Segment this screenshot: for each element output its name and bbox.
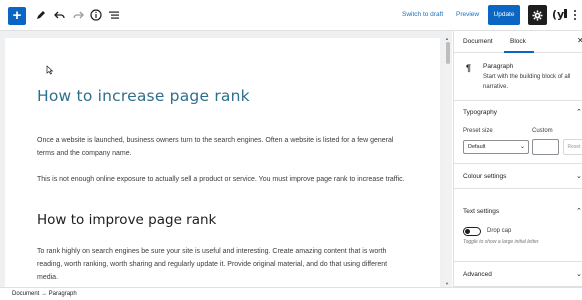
undo-icon[interactable] bbox=[52, 7, 68, 23]
heading-block[interactable]: How to improve page rank bbox=[37, 212, 216, 228]
update-button[interactable]: Update bbox=[488, 5, 520, 25]
scroll-down-arrow-icon[interactable]: ▼ bbox=[445, 281, 449, 286]
drop-cap-toggle[interactable] bbox=[463, 227, 481, 236]
chevron-down-icon: ⌄ bbox=[576, 173, 582, 180]
chevron-up-icon[interactable]: ⌃ bbox=[576, 108, 582, 116]
advanced-title: Advanced bbox=[463, 271, 492, 278]
block-card: ¶ Paragraph Start with the building bloc… bbox=[454, 54, 582, 101]
colour-settings-panel[interactable]: Colour settings ⌄ bbox=[454, 163, 582, 189]
block-name: Paragraph bbox=[483, 63, 514, 70]
toggle-knob bbox=[465, 229, 470, 234]
custom-size-input[interactable] bbox=[532, 139, 559, 155]
redo-icon[interactable] bbox=[70, 7, 86, 23]
tab-block[interactable]: Block bbox=[510, 38, 526, 45]
top-toolbar: + Switch to draft Preview Update (y bbox=[0, 0, 582, 31]
typography-panel-toggle[interactable]: Typography bbox=[463, 109, 497, 116]
editor-scrollbar[interactable] bbox=[444, 36, 452, 287]
breadcrumb[interactable]: Document → Paragraph bbox=[12, 291, 77, 297]
block-description: Start with the building block of all nar… bbox=[483, 74, 571, 90]
paragraph-icon: ¶ bbox=[466, 63, 472, 73]
preset-size-value: Default bbox=[468, 144, 486, 150]
preview-link[interactable]: Preview bbox=[456, 11, 479, 18]
list-view-icon[interactable] bbox=[106, 7, 122, 23]
reset-button[interactable]: Reset bbox=[563, 139, 582, 155]
paragraph-block[interactable]: To rank highly on search engines be sure… bbox=[37, 245, 409, 284]
sidebar-tabs: Document Block ✕ bbox=[454, 31, 582, 53]
yoast-icon[interactable]: (y bbox=[551, 6, 569, 22]
close-icon[interactable]: ✕ bbox=[577, 36, 582, 45]
active-tab-indicator bbox=[504, 51, 534, 53]
colour-settings-title: Colour settings bbox=[463, 173, 507, 180]
more-options-icon[interactable] bbox=[570, 7, 580, 23]
preset-size-select[interactable]: Default ⌄ bbox=[463, 140, 529, 154]
gear-icon bbox=[532, 9, 543, 21]
switch-to-draft-link[interactable]: Switch to draft bbox=[402, 11, 443, 18]
advanced-panel[interactable]: Advanced ⌄ bbox=[454, 261, 582, 287]
drop-cap-help: Toggle to show a large initial letter. bbox=[463, 239, 540, 245]
post-title[interactable]: How to increase page rank bbox=[37, 87, 250, 105]
add-block-button[interactable]: + bbox=[8, 7, 26, 25]
footer-bar: Document → Paragraph bbox=[0, 287, 582, 300]
text-settings-toggle[interactable]: Text settings bbox=[463, 208, 499, 215]
chevron-down-icon: ⌄ bbox=[519, 144, 525, 150]
tab-document[interactable]: Document bbox=[463, 38, 493, 45]
custom-size-label: Custom bbox=[532, 128, 553, 134]
paragraph-block[interactable]: This is not enough online exposure to ac… bbox=[37, 173, 409, 186]
scroll-up-arrow-icon[interactable]: ▲ bbox=[445, 36, 449, 41]
preset-size-label: Preset size bbox=[463, 128, 493, 134]
chevron-up-icon[interactable]: ⌃ bbox=[576, 207, 582, 215]
scrollbar-thumb[interactable] bbox=[446, 42, 450, 64]
mouse-cursor-icon bbox=[46, 65, 54, 75]
info-icon[interactable] bbox=[88, 7, 104, 23]
svg-text:(y: (y bbox=[552, 8, 564, 21]
paragraph-block[interactable]: Once a website is launched, business own… bbox=[37, 134, 409, 160]
chevron-down-icon: ⌄ bbox=[576, 271, 582, 278]
settings-button[interactable] bbox=[528, 5, 547, 25]
drop-cap-label: Drop cap bbox=[487, 228, 512, 234]
pencil-icon[interactable] bbox=[33, 7, 49, 23]
settings-sidebar: Document Block ✕ ¶ Paragraph Start with … bbox=[453, 31, 582, 287]
